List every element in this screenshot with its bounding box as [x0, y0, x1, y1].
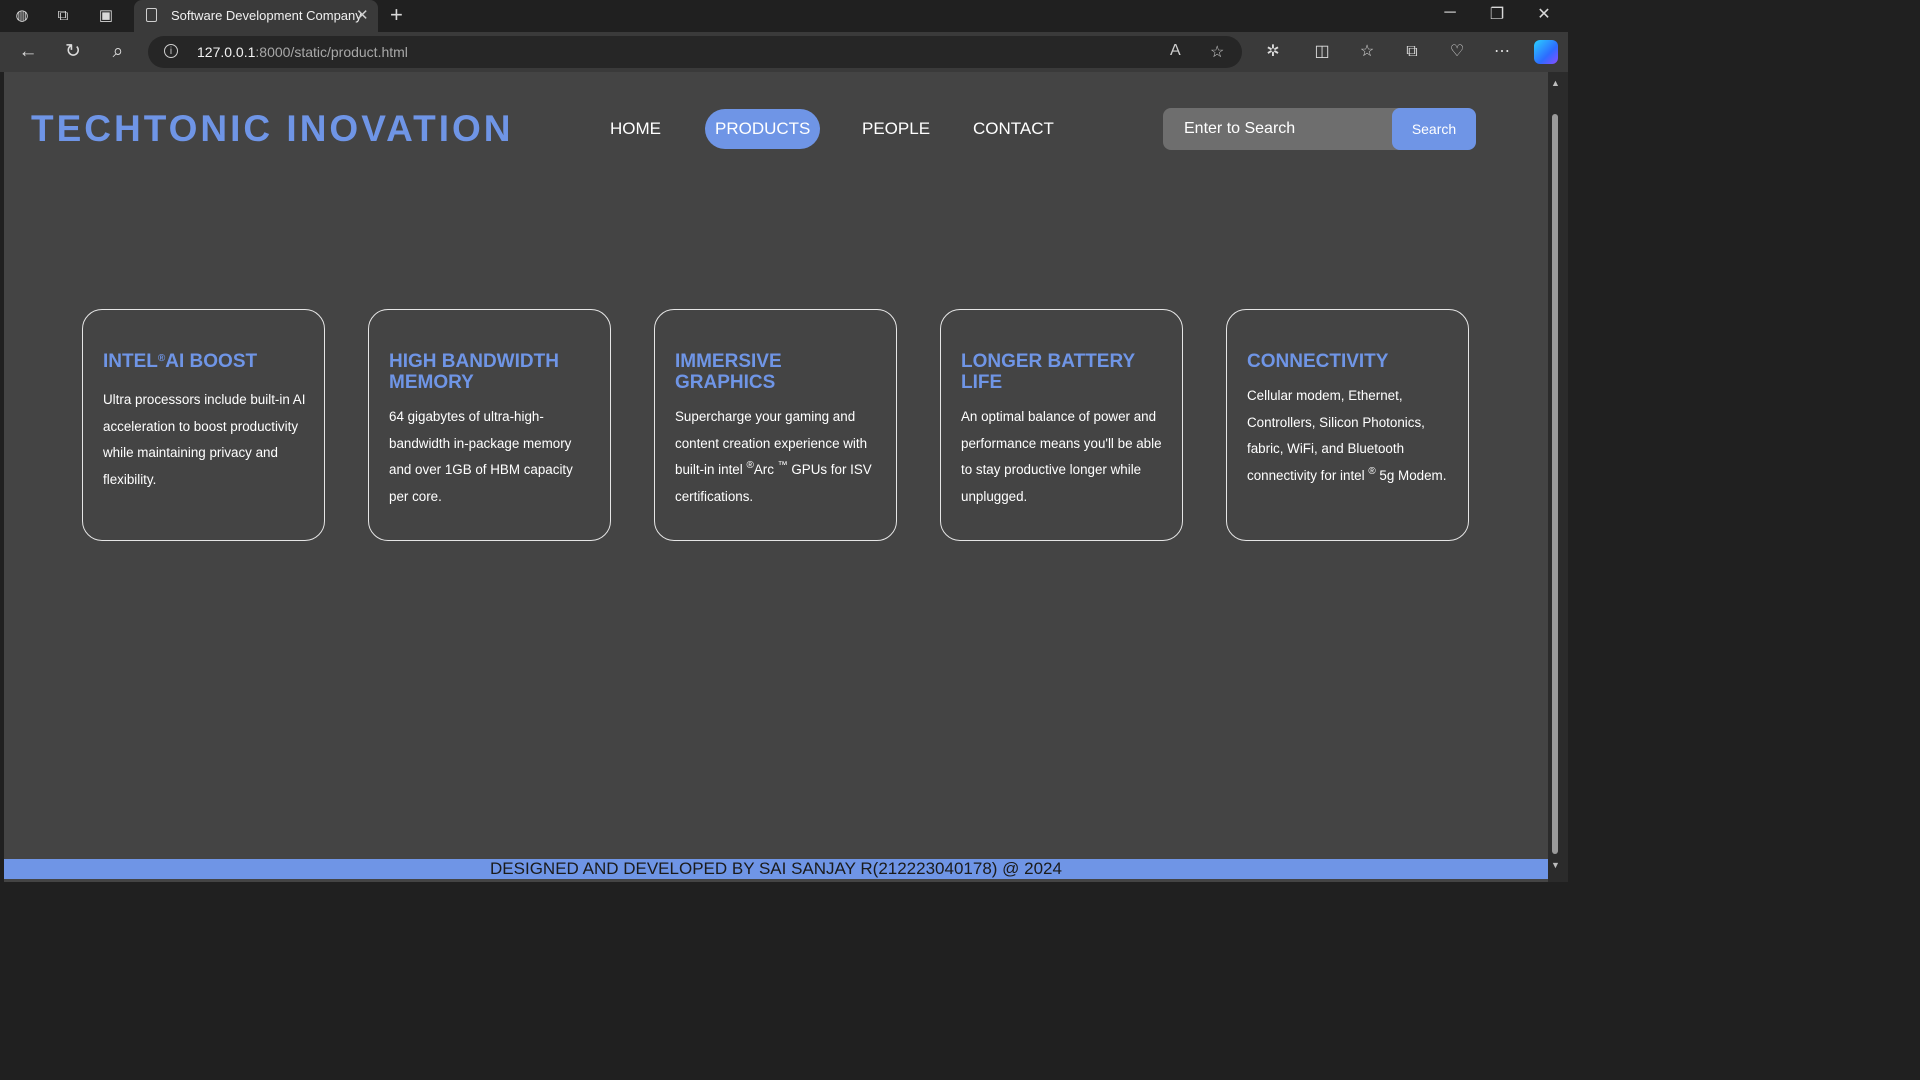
card-title-part: AI BOOST — [165, 351, 258, 372]
scroll-up-icon[interactable]: ▲ — [1551, 78, 1560, 88]
card-title: LONGER BATTERY LIFE — [961, 351, 1135, 393]
card-text: An optimal balance of power and performa… — [961, 409, 1162, 504]
browser-tab[interactable]: Software Development Company ✕ — [134, 0, 378, 32]
minimize-icon[interactable]: ─ — [1430, 4, 1470, 22]
star-icon[interactable]: ☆ — [1210, 42, 1224, 62]
address-bar[interactable]: i 127.0.0.1:8000/static/product.html A ☆ — [148, 36, 1242, 68]
feature-card-memory: HIGH BANDWIDTH MEMORY 64 gigabytes of ul… — [368, 309, 611, 541]
read-aloud-icon[interactable]: A — [1170, 42, 1181, 60]
refresh-icon[interactable]: ↻ — [61, 40, 85, 64]
card-title: CONNECTIVITY — [1247, 351, 1389, 372]
workspaces-icon[interactable]: ⧉ — [53, 6, 73, 26]
card-text-part: 5g Modem. — [1375, 467, 1447, 483]
search-icon[interactable]: ⌕ — [106, 40, 130, 64]
url-host: 127.0.0.1 — [197, 44, 256, 60]
vertical-scrollbar[interactable]: ▲ ▼ — [1548, 72, 1568, 882]
nav-products[interactable]: PRODUCTS — [705, 109, 821, 149]
url-path: :8000/static/product.html — [255, 44, 408, 60]
nav-contact[interactable]: CONTACT — [963, 109, 1064, 149]
nav-people[interactable]: PEOPLE — [852, 109, 940, 149]
card-title: IMMERSIVE GRAPHICS — [675, 351, 782, 393]
tab-title: Software Development Company — [171, 8, 362, 23]
search-button[interactable]: Search — [1392, 108, 1476, 150]
card-text: Cellular modem, Ethernet, Controllers, S… — [1247, 383, 1452, 489]
browser-tab-bar: ◍ ⧉ ▣ Software Development Company ✕ + ─… — [0, 0, 1568, 32]
registered-mark: ® — [1368, 465, 1376, 477]
profile-icon[interactable]: ◍ — [12, 6, 32, 26]
feature-card-battery: LONGER BATTERY LIFE An optimal balance o… — [940, 309, 1183, 541]
more-icon[interactable]: ⋯ — [1491, 41, 1513, 63]
feature-card-ai-boost: INTEL®AI BOOST Ultra processors include … — [82, 309, 325, 541]
site-info-icon[interactable]: i — [164, 44, 178, 58]
card-text: Ultra processors include built-in AI acc… — [103, 392, 306, 487]
page-footer: DESIGNED AND DEVELOPED BY SAI SANJAY R(2… — [4, 859, 1548, 879]
heart-pulse-icon[interactable]: ♡ — [1446, 41, 1468, 63]
registered-mark: ® — [746, 460, 754, 471]
back-arrow-icon[interactable]: ← — [16, 40, 40, 64]
page-icon — [146, 8, 157, 22]
feature-card-connectivity: CONNECTIVITY Cellular modem, Ethernet, C… — [1226, 309, 1469, 541]
nav-home[interactable]: HOME — [600, 109, 671, 149]
close-window-icon[interactable]: ✕ — [1524, 4, 1564, 24]
card-title: INTEL®AI BOOST — [103, 351, 308, 372]
page-viewport: TECHTONIC INOVATION HOME PRODUCTS PEOPLE… — [4, 72, 1548, 882]
favorites-icon[interactable]: ☆ — [1356, 41, 1378, 63]
scroll-down-icon[interactable]: ▼ — [1551, 860, 1560, 870]
search-input[interactable] — [1163, 108, 1403, 150]
restore-icon[interactable]: ❐ — [1477, 4, 1517, 24]
trademark-mark: ™ — [777, 460, 788, 471]
scrollbar-thumb[interactable] — [1552, 114, 1558, 854]
collections-icon[interactable]: ⧉ — [1401, 41, 1423, 63]
copilot-icon[interactable] — [1534, 40, 1558, 64]
search-bar: Search — [1163, 108, 1476, 150]
card-text-part: Arc — [753, 462, 778, 477]
extensions-icon[interactable]: ✲ — [1262, 41, 1284, 63]
card-text: Supercharge your gaming and content crea… — [675, 404, 880, 510]
site-logo[interactable]: TECHTONIC INOVATION — [31, 108, 514, 150]
new-tab-button[interactable]: + — [390, 2, 403, 28]
card-title: HIGH BANDWIDTH MEMORY — [389, 351, 559, 393]
tab-actions-icon[interactable]: ▣ — [96, 6, 116, 26]
browser-toolbar: ← ↻ ⌕ i 127.0.0.1:8000/static/product.ht… — [0, 32, 1568, 72]
card-title-part: INTEL — [103, 351, 158, 372]
split-screen-icon[interactable]: ◫ — [1311, 41, 1333, 63]
close-tab-icon[interactable]: ✕ — [356, 6, 369, 24]
url-text[interactable]: 127.0.0.1:8000/static/product.html — [197, 44, 408, 60]
card-text: 64 gigabytes of ultra-high-bandwidth in-… — [389, 409, 573, 504]
feature-card-graphics: IMMERSIVE GRAPHICS Supercharge your gami… — [654, 309, 897, 541]
